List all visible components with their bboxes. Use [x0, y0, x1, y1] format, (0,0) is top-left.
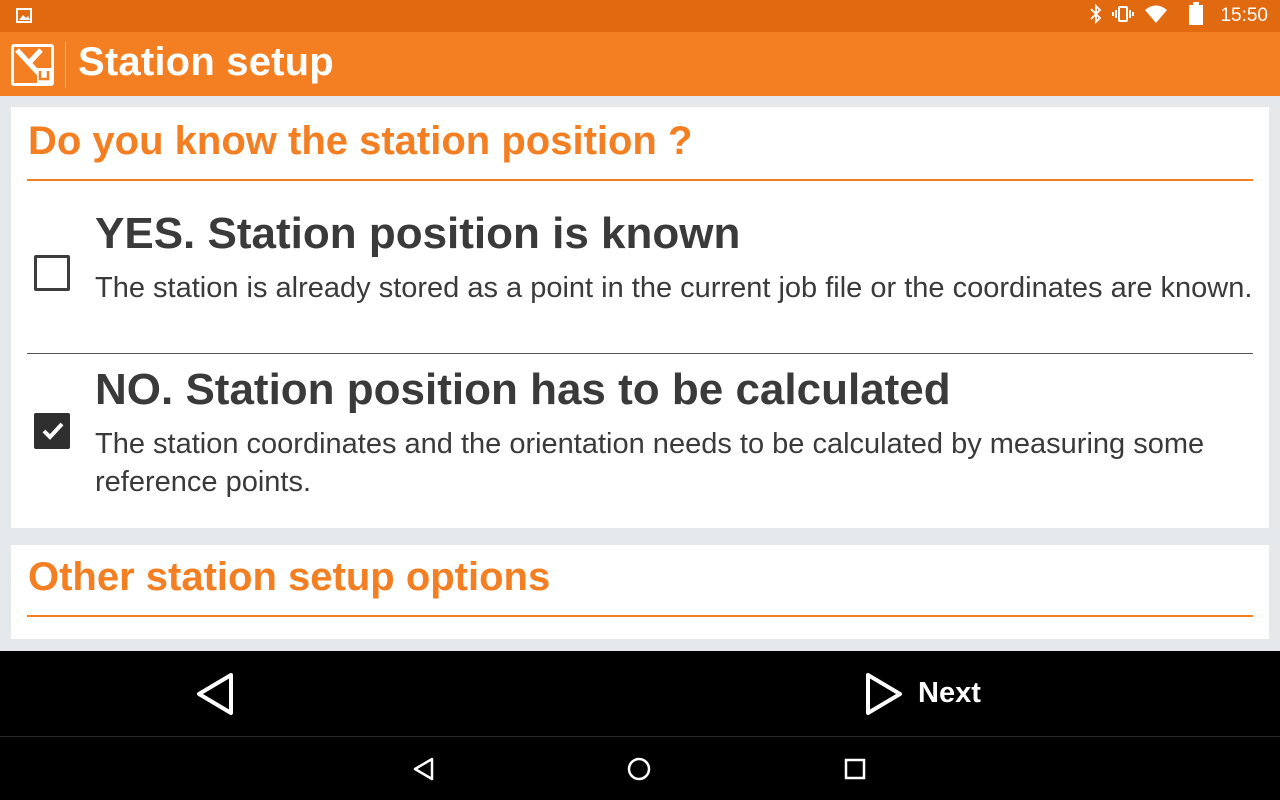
nav-recents-button[interactable] — [836, 751, 876, 787]
bluetooth-icon — [1090, 3, 1102, 29]
app-logo-icon[interactable] — [11, 44, 54, 91]
battery-icon — [1188, 1, 1204, 31]
gallery-icon — [16, 8, 32, 28]
other-options-card[interactable]: Other station setup options — [11, 545, 1269, 639]
back-triangle-icon — [197, 673, 233, 715]
action-bar: Next — [0, 651, 1280, 736]
nav-back-button[interactable] — [405, 751, 445, 787]
app-bar: Station setup — [0, 32, 1280, 96]
option-title: NO. Station position has to be calculate… — [95, 365, 951, 414]
nav-home-icon — [627, 757, 651, 781]
next-label[interactable]: Next — [918, 677, 981, 710]
page-title: Station setup — [78, 40, 334, 84]
section-title-other[interactable]: Other station setup options — [28, 555, 550, 600]
section-divider — [27, 179, 1253, 181]
wifi-icon — [1144, 4, 1168, 29]
next-button[interactable]: Next — [860, 651, 1000, 736]
section-title-question: Do you know the station position ? — [28, 119, 693, 163]
back-button[interactable] — [185, 651, 245, 736]
nav-home-button[interactable] — [620, 751, 660, 787]
option-description: The station is already stored as a point… — [95, 272, 1253, 304]
option-divider — [27, 353, 1253, 354]
nav-back-icon — [413, 757, 434, 781]
status-bar: 15:50 — [0, 0, 1280, 32]
option-description: The station coordinates and the orientat… — [95, 428, 1205, 498]
option-title: YES. Station position is known — [95, 209, 741, 258]
checkmark-icon — [42, 422, 64, 440]
section-divider — [27, 615, 1253, 617]
status-time: 15:50 — [1220, 5, 1268, 26]
vibrate-icon — [1112, 4, 1135, 29]
option-position-calculated[interactable]: NO. Station position has to be calculate… — [11, 363, 1269, 513]
checkbox-checked[interactable] — [34, 413, 70, 449]
system-nav-bar — [0, 737, 1280, 800]
next-triangle-icon — [866, 673, 902, 715]
app-bar-separator — [65, 42, 66, 88]
nav-recents-icon — [844, 758, 866, 780]
option-position-known[interactable]: YES. Station position is known The stati… — [11, 207, 1269, 353]
station-position-card: Do you know the station position ? YES. … — [11, 107, 1269, 528]
checkbox-unchecked[interactable] — [34, 255, 70, 291]
